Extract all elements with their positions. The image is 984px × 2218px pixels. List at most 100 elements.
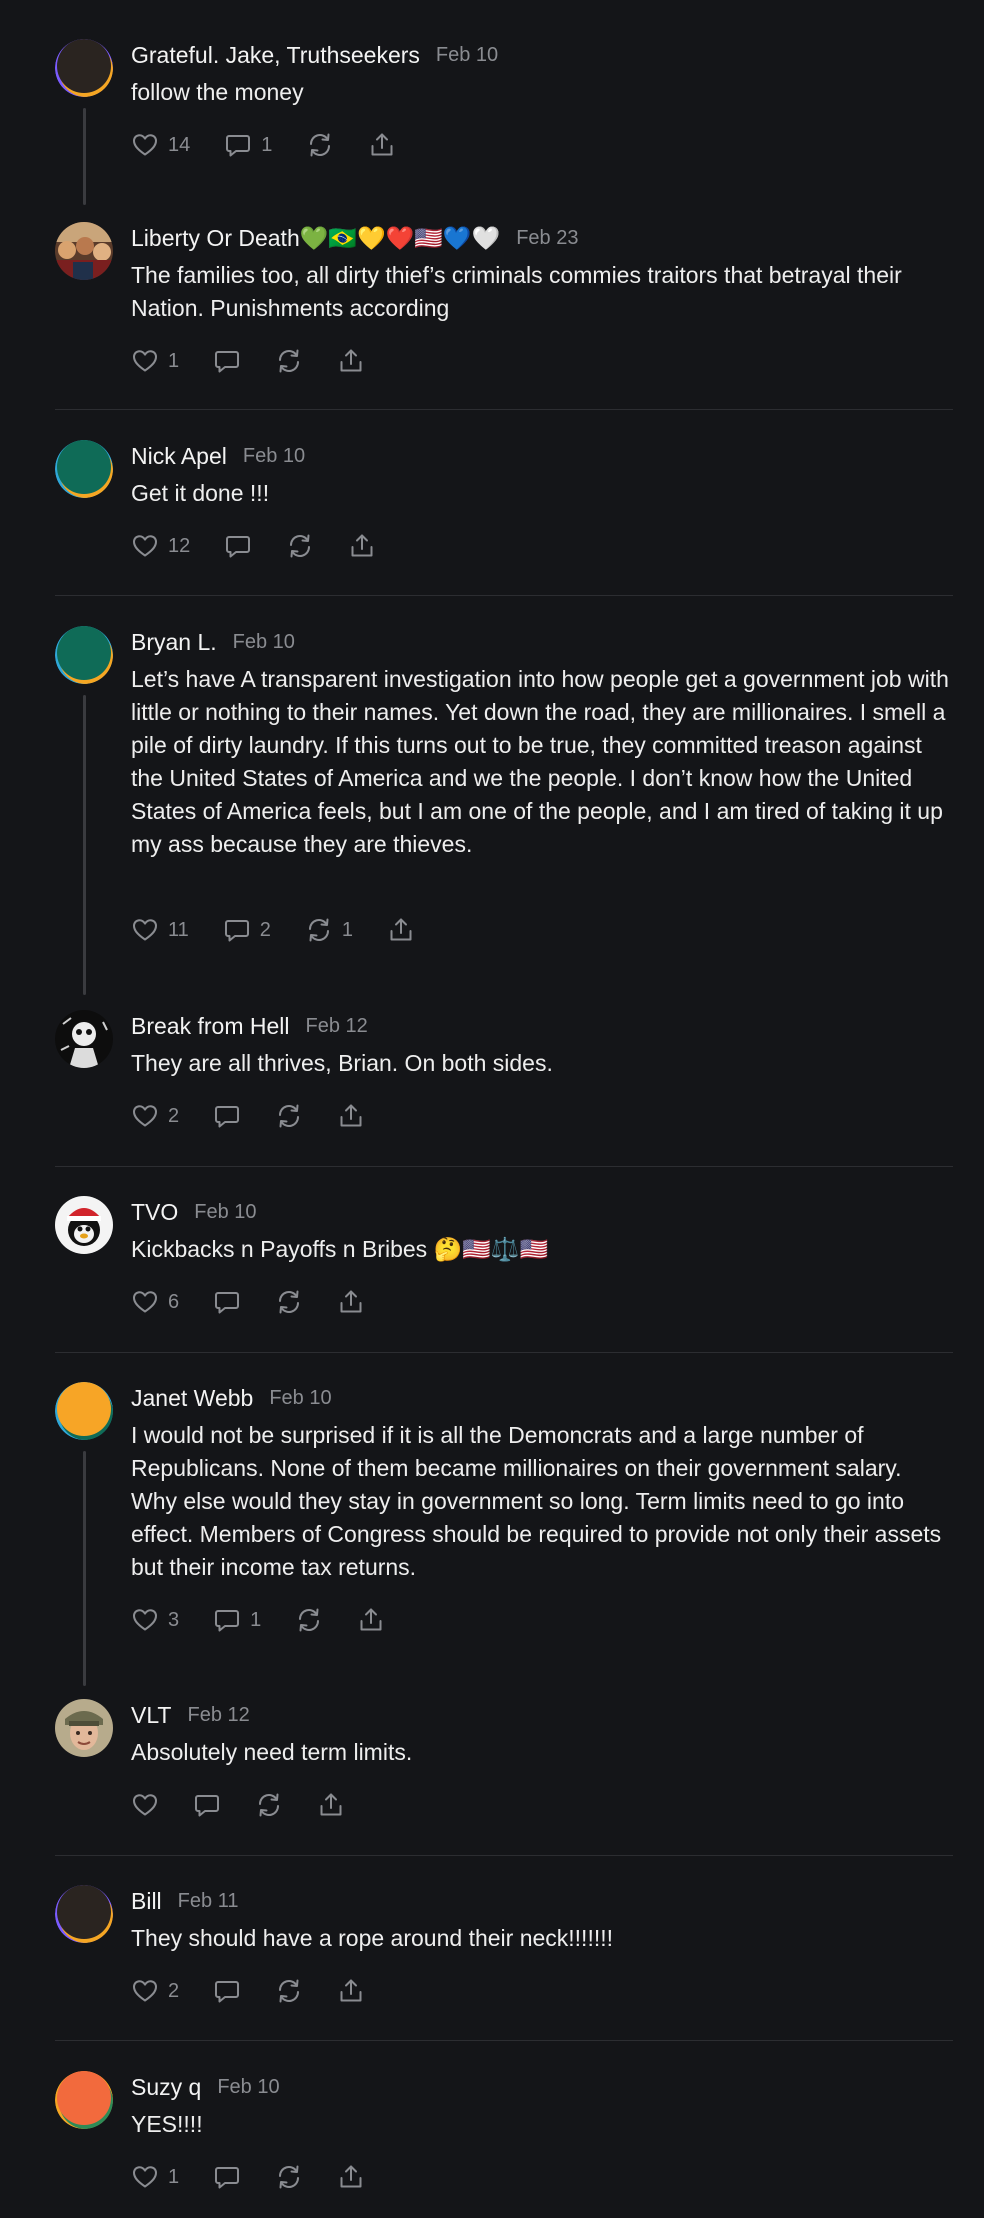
author-name[interactable]: Break from Hell: [131, 1013, 289, 1040]
avatar[interactable]: [55, 626, 113, 684]
share-button[interactable]: [387, 914, 415, 946]
share-icon: [337, 1102, 365, 1130]
repost-button[interactable]: [255, 1789, 283, 1821]
reply-button[interactable]: [193, 1789, 221, 1821]
heart-icon: [131, 2163, 159, 2191]
likes-count: 3: [168, 1608, 180, 1631]
likes-count: 2: [168, 1104, 180, 1127]
reply-button[interactable]: [213, 2161, 241, 2193]
post-actions: 31: [131, 1604, 419, 1636]
author-name[interactable]: Liberty Or Death💚🇧🇷💛❤️🇺🇸💙🤍: [131, 225, 500, 252]
share-button[interactable]: [337, 1286, 365, 1318]
more-options-button[interactable]: [918, 1885, 956, 1919]
author-name[interactable]: Janet Webb: [131, 1385, 253, 1412]
reply-button[interactable]: [213, 345, 241, 377]
reply-button[interactable]: [213, 1100, 241, 1132]
author-name[interactable]: Bill: [131, 1888, 162, 1915]
more-options-button[interactable]: [918, 2071, 956, 2105]
repost-button[interactable]: [295, 1604, 323, 1636]
avatar[interactable]: [55, 1885, 113, 1943]
repost-icon: [275, 2163, 303, 2191]
heart-icon: [131, 1977, 159, 2005]
repost-button[interactable]: [275, 2161, 303, 2193]
like-button[interactable]: 12: [131, 530, 190, 562]
like-button[interactable]: 2: [131, 1100, 179, 1132]
post-header: Bryan L. Feb 10: [131, 626, 295, 658]
like-button[interactable]: 1: [131, 345, 179, 377]
like-button[interactable]: 3: [131, 1604, 179, 1636]
share-button[interactable]: [337, 1975, 365, 2007]
like-button[interactable]: [131, 1789, 159, 1821]
share-button[interactable]: [337, 1100, 365, 1132]
post-text: follow the money: [131, 79, 304, 105]
avatar[interactable]: [55, 39, 113, 97]
repost-button[interactable]: 1: [305, 914, 353, 946]
share-button[interactable]: [368, 129, 396, 161]
share-icon: [337, 1288, 365, 1316]
repost-icon: [295, 1606, 323, 1634]
heart-icon: [131, 1791, 159, 1819]
share-button[interactable]: [317, 1789, 345, 1821]
post-date: Feb 10: [232, 630, 295, 653]
avatar[interactable]: [55, 1010, 113, 1068]
repost-icon: [275, 1288, 303, 1316]
reply-button[interactable]: 1: [224, 129, 272, 161]
likes-count: 12: [168, 534, 191, 557]
share-button[interactable]: [337, 345, 365, 377]
reply-button[interactable]: [213, 1975, 241, 2007]
more-options-button[interactable]: [918, 1010, 956, 1044]
post-header: Break from Hell Feb 12: [131, 1010, 368, 1042]
more-options-button[interactable]: [918, 1382, 956, 1416]
like-button[interactable]: 11: [131, 914, 189, 946]
repost-button[interactable]: [275, 1286, 303, 1318]
repost-button[interactable]: [275, 345, 303, 377]
avatar[interactable]: [55, 2071, 113, 2129]
heart-icon: [131, 347, 159, 375]
author-name[interactable]: VLT: [131, 1702, 171, 1729]
divider: [55, 1166, 953, 1167]
avatar[interactable]: [55, 222, 113, 280]
likes-count: 14: [168, 133, 191, 156]
comment-icon: [193, 1791, 221, 1819]
post-actions: 6: [131, 1286, 399, 1318]
share-button[interactable]: [348, 530, 376, 562]
heart-icon: [131, 1102, 159, 1130]
author-name[interactable]: Nick Apel: [131, 443, 227, 470]
share-icon: [368, 131, 396, 159]
reply-button[interactable]: 2: [223, 914, 271, 946]
reply-button[interactable]: 1: [213, 1604, 261, 1636]
share-button[interactable]: [337, 2161, 365, 2193]
repost-button[interactable]: [275, 1100, 303, 1132]
author-name[interactable]: TVO: [131, 1199, 178, 1226]
author-name[interactable]: Grateful. Jake, Truthseekers: [131, 42, 420, 69]
repost-button[interactable]: [306, 129, 334, 161]
share-button[interactable]: [357, 1604, 385, 1636]
post-date: Feb 12: [305, 1014, 368, 1037]
share-icon: [337, 347, 365, 375]
repost-button[interactable]: [286, 530, 314, 562]
author-name[interactable]: Bryan L.: [131, 629, 217, 656]
more-options-button[interactable]: [918, 1196, 956, 1230]
post-text: I would not be surprised if it is all th…: [131, 1422, 942, 1580]
like-button[interactable]: 2: [131, 1975, 179, 2007]
more-options-button[interactable]: [918, 440, 956, 474]
like-button[interactable]: 14: [131, 129, 190, 161]
author-name[interactable]: Suzy q: [131, 2074, 201, 2101]
post-header: TVO Feb 10: [131, 1196, 257, 1228]
avatar[interactable]: [55, 1196, 113, 1254]
more-options-button[interactable]: [918, 1699, 956, 1733]
avatar[interactable]: [55, 440, 113, 498]
repost-button[interactable]: [275, 1975, 303, 2007]
more-options-button[interactable]: [918, 39, 956, 73]
like-button[interactable]: 6: [131, 1286, 179, 1318]
post-date: Feb 10: [242, 444, 306, 467]
reply-button[interactable]: [213, 1286, 241, 1318]
post-date: Feb 11: [177, 1889, 239, 1912]
comment-icon: [213, 2163, 241, 2191]
reply-button[interactable]: [224, 530, 252, 562]
avatar[interactable]: [55, 1382, 113, 1440]
more-options-button[interactable]: [918, 626, 956, 660]
like-button[interactable]: 1: [131, 2161, 179, 2193]
avatar[interactable]: [55, 1699, 113, 1757]
more-options-button[interactable]: [918, 222, 956, 256]
